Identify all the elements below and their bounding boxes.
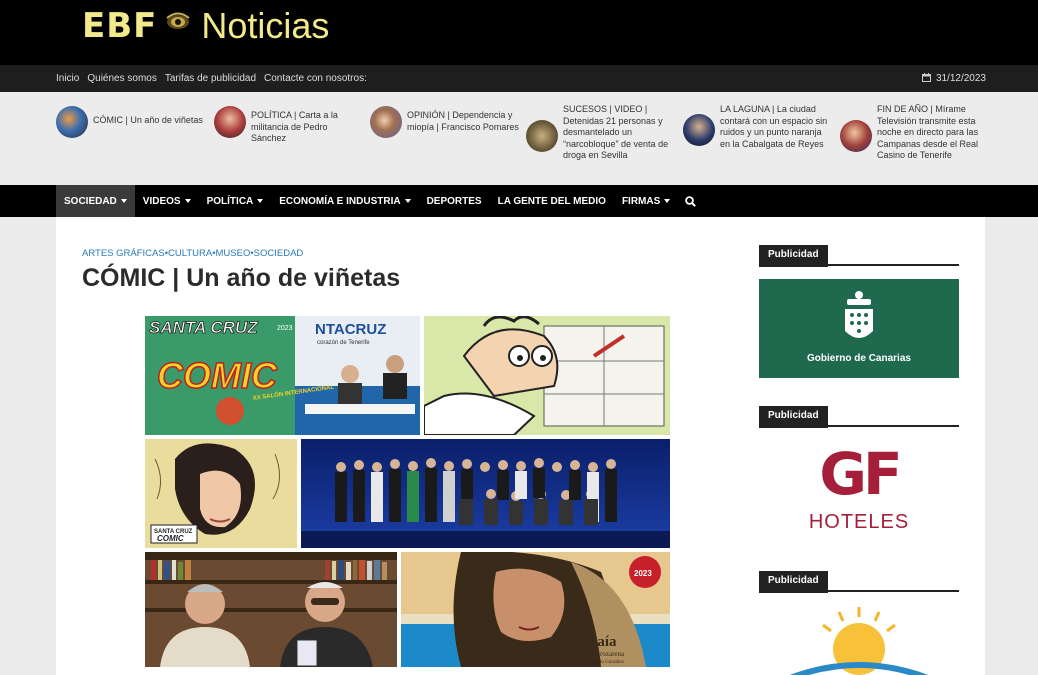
current-date: 31/12/2023	[935, 73, 986, 84]
nav-item-deportes[interactable]: DEPORTES	[419, 185, 490, 217]
ad-label: Publicidad	[759, 245, 828, 267]
main-content: ARTES GRÁFICAS•CULTURA•MUSEO•SOCIEDAD CÓ…	[56, 217, 985, 675]
nav-item-label: VIDEOS	[142, 195, 181, 207]
small-logo-comic-text: COMIC	[157, 534, 184, 543]
nav-item-sociedad[interactable]: SOCIEDAD	[56, 185, 135, 217]
ad-label: Publicidad	[759, 571, 828, 593]
ticker-item[interactable]: SUCESOS | VIDEO | Detenidas 21 personas …	[526, 104, 676, 162]
ticker-item[interactable]: CÓMIC | Un año de viñetas	[56, 106, 206, 138]
logo-name: Noticias	[201, 5, 330, 46]
article-title: CÓMIC | Un año de viñetas	[82, 264, 401, 292]
poster-title: Maraía	[569, 634, 617, 650]
gf-logo-mark: GF	[819, 440, 902, 508]
article-image[interactable]: SANTA CRUZ 2023 COMIC NTACRUZ corazón de…	[145, 316, 670, 667]
ticker-thumbnail	[370, 106, 402, 138]
ad-gf-hoteles[interactable]: GF HOTELES	[759, 439, 959, 549]
top-nav: Inicio Quiénes somos Tarifas de publicid…	[0, 65, 1038, 92]
ticker-thumbnail	[526, 120, 558, 152]
ticker-item[interactable]: LA LAGUNA | La ciudad contará con un esp…	[683, 104, 833, 150]
ticker-headline: POLÍTICA | Carta a la militancia de Pedr…	[251, 110, 338, 143]
top-nav-link-contacto[interactable]: Contacte con nosotros:	[264, 73, 367, 84]
chevron-down-icon	[664, 199, 671, 203]
ad-header: Publicidad	[759, 570, 959, 593]
ticker-thumbnail	[840, 120, 872, 152]
ad-header: Publicidad	[759, 405, 959, 428]
top-nav-link-quienes-somos[interactable]: Quiénes somos	[87, 73, 156, 84]
ticker-headline: SUCESOS | VIDEO | Detenidas 21 personas …	[563, 104, 669, 160]
banner-top-text: SANTA CRUZ	[149, 318, 258, 337]
nav-item-label: FIRMAS	[621, 195, 661, 207]
poster-author: por Eduardo González	[579, 660, 625, 665]
ad-canarias-text: Gobierno de Canarias	[807, 353, 911, 364]
chevron-down-icon	[404, 199, 411, 203]
ticker-thumbnail	[683, 114, 715, 146]
ticker-item[interactable]: OPINIÓN | Dependencia y miopía | Francis…	[370, 106, 520, 138]
nav-item-label: POLÍTICA	[206, 195, 254, 207]
nav-item-label: LA GENTE DEL MEDIO	[497, 195, 606, 207]
site-logo[interactable]: EBF Noticias	[82, 5, 330, 46]
ticker-thumbnail	[56, 106, 88, 138]
banner-year-text: 2023	[277, 325, 293, 332]
ticker-headline: OPINIÓN | Dependencia y miopía | Francis…	[407, 110, 519, 132]
nav-item-videos[interactable]: VIDEOS	[135, 185, 199, 217]
banner-comic-text: COMIC	[157, 355, 278, 396]
comic-festival-photo: SANTA CRUZ 2023 COMIC NTACRUZ corazón de…	[145, 316, 420, 435]
nav-item-economia[interactable]: ECONOMÍA E INDUSTRIA	[271, 185, 418, 217]
awards-group-photo	[301, 439, 670, 548]
ad-gobierno-canarias[interactable]: Gobierno de Canarias	[759, 279, 959, 378]
news-ticker: CÓMIC | Un año de viñetas POLÍTICA | Car…	[0, 92, 1038, 185]
chevron-down-icon	[120, 199, 127, 203]
chevron-down-icon	[257, 199, 264, 203]
ticker-thumbnail	[214, 106, 246, 138]
poster-subtitle: de Rafael Arozarena	[567, 650, 625, 658]
mararia-poster: 2023 Maraía de Rafael Arozarena por Edua…	[401, 552, 670, 667]
badge-year-text: 2023	[634, 569, 652, 578]
search-icon[interactable]	[678, 185, 702, 217]
ticker-headline: FIN DE AÑO | Mírame Televisión transmite…	[877, 104, 979, 160]
calendar-icon	[921, 72, 931, 85]
nav-item-label: DEPORTES	[426, 195, 482, 207]
book-presentation-photo	[145, 552, 397, 667]
article-categories[interactable]: ARTES GRÁFICAS•CULTURA•MUSEO•SOCIEDAD	[82, 248, 303, 259]
nav-item-label: ECONOMÍA E INDUSTRIA	[279, 195, 401, 207]
nav-item-gente-del-medio[interactable]: LA GENTE DEL MEDIO	[490, 185, 614, 217]
top-nav-link-tarifas[interactable]: Tarifas de publicidad	[165, 73, 256, 84]
ad-label: Publicidad	[759, 406, 828, 428]
nav-item-label: SOCIEDAD	[64, 195, 117, 207]
ticker-headline: LA LAGUNA | La ciudad contará con un esp…	[720, 104, 828, 149]
ticker-headline: CÓMIC | Un año de viñetas	[93, 115, 203, 125]
ticker-item[interactable]: POLÍTICA | Carta a la militancia de Pedr…	[214, 106, 364, 145]
cartoon-drawing	[424, 316, 670, 435]
sun-icon	[789, 607, 929, 675]
nav-item-politica[interactable]: POLÍTICA	[199, 185, 272, 217]
ad-sun-logo[interactable]	[759, 605, 959, 675]
nav-item-firmas[interactable]: FIRMAS	[614, 185, 678, 217]
main-nav: SOCIEDAD VIDEOS POLÍTICA ECONOMÍA E INDU…	[0, 185, 1038, 217]
banner-right-text: NTACRUZ	[315, 321, 386, 338]
ad-header: Publicidad	[759, 244, 959, 267]
date-display: 31/12/2023	[921, 65, 986, 92]
top-nav-link-inicio[interactable]: Inicio	[56, 73, 79, 84]
eye-icon	[163, 9, 193, 33]
ticker-item[interactable]: FIN DE AÑO | Mírame Televisión transmite…	[840, 104, 990, 162]
chevron-down-icon	[184, 199, 191, 203]
illustration-woman: SANTA CRUZ COMIC	[145, 439, 297, 548]
logo-prefix: EBF	[82, 6, 158, 46]
banner-right-subtitle: corazón de Tenerife	[317, 340, 370, 346]
logo-bar: EBF Noticias	[0, 0, 1038, 65]
gf-hoteles-text: HOTELES	[808, 511, 910, 533]
